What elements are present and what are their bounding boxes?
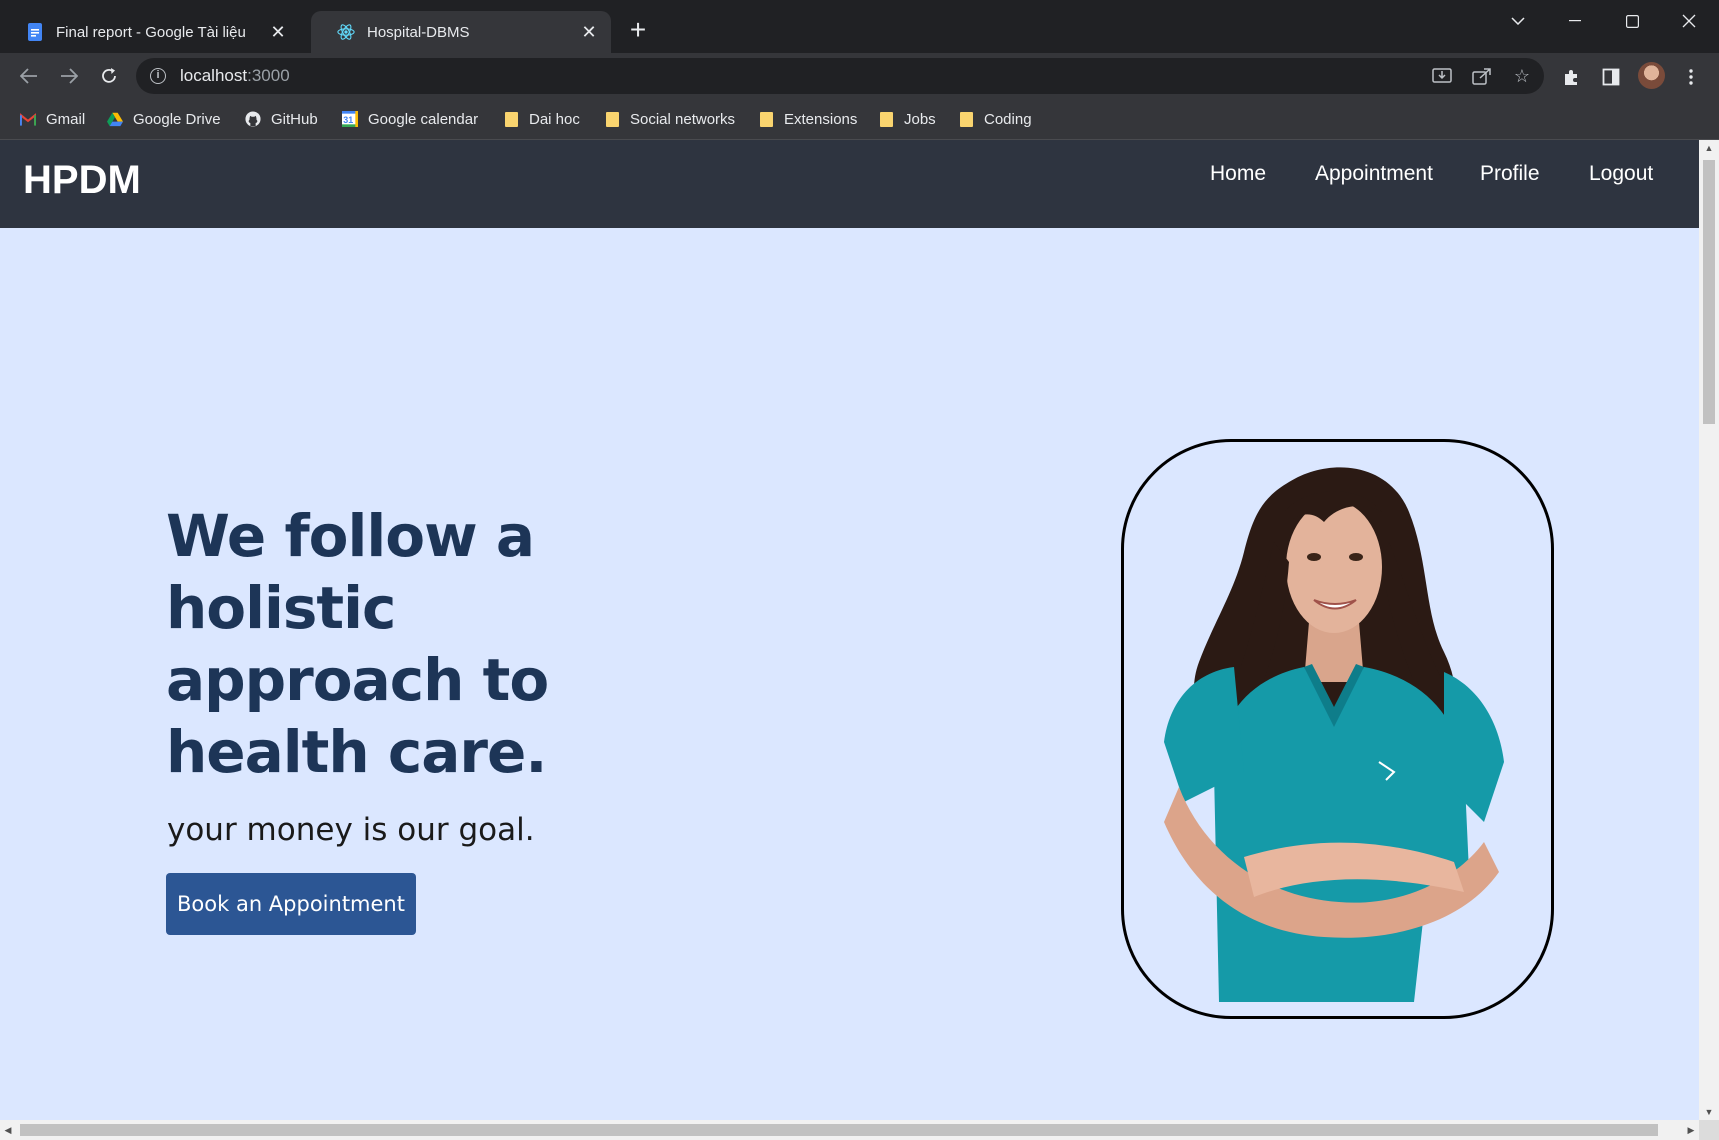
nav-profile[interactable]: Profile: [1480, 162, 1540, 186]
site-info-icon[interactable]: i: [150, 68, 166, 84]
react-icon: [337, 23, 355, 41]
bookmark-folder-jobs[interactable]: Jobs: [878, 108, 936, 130]
bookmark-label: GitHub: [271, 110, 318, 128]
site-navbar: HPDM Home Appointment Profile Logout: [0, 140, 1699, 228]
close-icon[interactable]: ✕: [268, 22, 288, 43]
gmail-icon: [20, 111, 36, 127]
svg-text:31: 31: [343, 115, 353, 125]
folder-icon: [878, 111, 894, 127]
side-panel-icon[interactable]: [1599, 65, 1623, 89]
vertical-scrollbar[interactable]: ▲ ▼: [1699, 140, 1719, 1120]
folder-icon: [758, 111, 774, 127]
share-icon[interactable]: [1470, 66, 1494, 86]
google-docs-icon: [26, 23, 44, 41]
new-tab-button[interactable]: +: [624, 16, 652, 45]
scrollbar-thumb[interactable]: [1703, 160, 1715, 424]
bookmark-label: Gmail: [46, 110, 86, 128]
bookmark-gmail[interactable]: Gmail: [20, 108, 85, 130]
maximize-button[interactable]: [1612, 6, 1652, 36]
folder-icon: [503, 111, 519, 127]
scroll-right-icon[interactable]: ▶: [1683, 1120, 1699, 1140]
bookmark-label: Dai hoc: [529, 110, 580, 128]
url-host: localhost: [180, 66, 248, 85]
scroll-down-icon[interactable]: ▼: [1699, 1104, 1719, 1120]
menu-kebab-icon[interactable]: [1679, 65, 1703, 89]
page-viewport: HPDM Home Appointment Profile Logout We …: [0, 140, 1719, 1140]
google-drive-icon: [107, 111, 123, 127]
nav-appointment[interactable]: Appointment: [1315, 162, 1433, 186]
tab-strip: Final report - Google Tài liệu ✕ Hospita…: [0, 0, 1719, 53]
github-icon: [245, 111, 261, 127]
url-port: :3000: [247, 66, 290, 85]
close-icon[interactable]: ✕: [579, 22, 599, 43]
install-app-icon[interactable]: [1430, 66, 1454, 86]
scrollbar-thumb[interactable]: [20, 1124, 1658, 1136]
folder-icon: [958, 111, 974, 127]
bookmark-label: Coding: [984, 110, 1032, 128]
bookmark-label: Social networks: [630, 110, 736, 128]
bookmark-folder-extensions[interactable]: Extensions: [758, 108, 857, 130]
horizontal-scrollbar[interactable]: ◀ ▶: [0, 1120, 1699, 1140]
close-window-button[interactable]: [1669, 6, 1709, 36]
folder-icon: [604, 111, 620, 127]
site-logo[interactable]: HPDM: [23, 158, 141, 203]
tab-hospital-dbms[interactable]: Hospital-DBMS ✕: [311, 11, 611, 53]
bookmark-label: Extensions: [784, 110, 858, 128]
scrollbar-corner: [1699, 1120, 1719, 1140]
bookmark-github[interactable]: GitHub: [245, 108, 318, 130]
tab-title: Hospital-DBMS: [367, 23, 470, 41]
bookmark-folder-coding[interactable]: Coding: [958, 108, 1032, 130]
extensions-icon[interactable]: [1559, 65, 1583, 89]
profile-avatar[interactable]: [1638, 62, 1665, 89]
nav-logout[interactable]: Logout: [1589, 162, 1653, 186]
forward-icon[interactable]: [54, 61, 84, 91]
bookmark-star-icon[interactable]: ☆: [1510, 66, 1534, 86]
doctor-photo: [1121, 439, 1554, 1019]
doctor-illustration: [1164, 467, 1504, 1002]
nav-home[interactable]: Home: [1210, 162, 1266, 186]
bookmark-google-drive[interactable]: Google Drive: [107, 108, 221, 130]
scroll-left-icon[interactable]: ◀: [0, 1120, 16, 1140]
bookmark-label: Google Drive: [133, 110, 221, 128]
google-calendar-icon: 31: [342, 111, 358, 127]
bookmark-google-calendar[interactable]: 31 Google calendar: [342, 108, 478, 130]
bookmark-folder-dai-hoc[interactable]: Dai hoc: [503, 108, 580, 130]
hero-subtitle: your money is our goal.: [167, 812, 535, 848]
tab-search-icon[interactable]: [1498, 6, 1538, 36]
address-bar[interactable]: i localhost:3000 ☆: [136, 58, 1544, 94]
bookmarks-bar: Gmail Google Drive GitHub 31 Google cale…: [0, 98, 1719, 140]
bookmark-folder-social-networks[interactable]: Social networks: [604, 108, 735, 130]
back-icon[interactable]: [14, 61, 44, 91]
tab-title: Final report - Google Tài liệu: [56, 23, 246, 41]
hero-title: We follow a holistic approach to health …: [166, 502, 549, 786]
scroll-up-icon[interactable]: ▲: [1699, 140, 1719, 156]
browser-toolbar: i localhost:3000 ☆: [0, 53, 1719, 98]
book-appointment-button[interactable]: Book an Appointment: [166, 873, 416, 935]
minimize-button[interactable]: [1555, 6, 1595, 36]
bookmark-label: Jobs: [904, 110, 936, 128]
bookmark-label: Google calendar: [368, 110, 479, 128]
reload-icon[interactable]: [94, 61, 124, 91]
tab-final-report[interactable]: Final report - Google Tài liệu ✕: [0, 11, 300, 53]
